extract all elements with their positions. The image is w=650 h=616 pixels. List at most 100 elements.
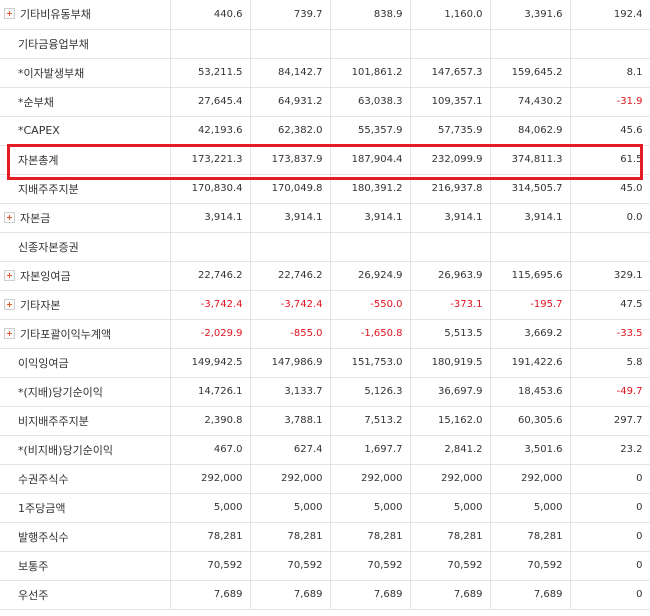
- row-label-cell: 신종자본증권: [0, 232, 171, 262]
- value-cell: [410, 29, 491, 59]
- value-cell: 3,391.6: [490, 0, 571, 30]
- value-cell: 2,841.2: [410, 435, 491, 465]
- row-label-cell[interactable]: 기타포괄이익누계액: [0, 319, 171, 349]
- value-cell: 70,592: [330, 551, 411, 581]
- table-row: 기타비유동부채 440.6 739.7 838.9 1,160.0 3,391.6 192.…: [0, 0, 650, 30]
- table-row: 자본금 3,914.1 3,914.1 3,914.1 3,914.1 3,914.1 0.…: [0, 203, 650, 233]
- row-label-cell[interactable]: 자본금: [0, 203, 171, 233]
- table-row: 1주당금액 5,000 5,000 5,000 5,000 5,000 0: [0, 493, 650, 523]
- row-label: *이자발생부채: [18, 66, 85, 80]
- value-cell: [170, 29, 251, 59]
- value-cell: 627.4: [250, 435, 331, 465]
- value-cell: 70,592: [410, 551, 491, 581]
- value-cell: 0: [570, 551, 650, 581]
- row-label: 기타금융업부채: [18, 37, 89, 51]
- table-row: 지배주주지분 170,830.4 170,049.8 180,391.2 216,937…: [0, 174, 650, 204]
- row-label-cell: *(비지배)당기순이익: [0, 435, 171, 465]
- value-cell: 5,000: [250, 493, 331, 523]
- value-cell: 173,221.3: [170, 145, 251, 175]
- value-cell: 292,000: [250, 464, 331, 494]
- value-cell: 55,357.9: [330, 116, 411, 146]
- row-label: 지배주주지분: [18, 182, 79, 196]
- row-label-cell[interactable]: 자본잉여금: [0, 261, 171, 291]
- row-label: 기타자본: [20, 298, 61, 312]
- row-label: 자본총계: [18, 153, 59, 167]
- value-cell: 15,162.0: [410, 406, 491, 436]
- value-cell: 78,281: [490, 522, 571, 552]
- value-cell: 3,914.1: [410, 203, 491, 233]
- table-row: *CAPEX 42,193.6 62,382.0 55,357.9 57,735.9 84…: [0, 116, 650, 146]
- value-cell: 192.4: [570, 0, 650, 30]
- value-cell: -31.9: [570, 87, 650, 117]
- table-row: 비지배주주지분 2,390.8 3,788.1 7,513.2 15,162.0 60,3…: [0, 406, 650, 436]
- value-cell: 7,513.2: [330, 406, 411, 436]
- value-cell: 3,669.2: [490, 319, 571, 349]
- expand-plus-icon[interactable]: [4, 298, 15, 310]
- value-cell: 216,937.8: [410, 174, 491, 204]
- row-label: 이익잉여금: [18, 356, 69, 370]
- expand-plus-icon[interactable]: [4, 327, 15, 339]
- table-row: 신종자본증권: [0, 232, 650, 262]
- value-cell: 5,000: [410, 493, 491, 523]
- value-cell: 101,861.2: [330, 58, 411, 88]
- value-cell: 23.2: [570, 435, 650, 465]
- value-cell: 109,357.1: [410, 87, 491, 117]
- row-label-cell[interactable]: 기타비유동부채: [0, 0, 171, 30]
- value-cell: 57,735.9: [410, 116, 491, 146]
- value-cell: 27,645.4: [170, 87, 251, 117]
- value-cell: 70,592: [250, 551, 331, 581]
- table-row: 우선주 7,689 7,689 7,689 7,689 7,689 0: [0, 580, 650, 610]
- value-cell: 5.8: [570, 348, 650, 378]
- table-row: 이익잉여금 149,942.5 147,986.9 151,753.0 180,919.…: [0, 348, 650, 378]
- value-cell: [570, 232, 650, 262]
- value-cell: 7,689: [330, 580, 411, 610]
- row-label: *순부채: [18, 95, 54, 109]
- value-cell: [250, 232, 331, 262]
- value-cell: 170,830.4: [170, 174, 251, 204]
- row-label: 자본잉여금: [20, 269, 71, 283]
- value-cell: 45.6: [570, 116, 650, 146]
- value-cell: 78,281: [170, 522, 251, 552]
- value-cell: 292,000: [170, 464, 251, 494]
- value-cell: -3,742.4: [250, 290, 331, 320]
- row-label-cell[interactable]: 기타자본: [0, 290, 171, 320]
- value-cell: 26,963.9: [410, 261, 491, 291]
- value-cell: 2,390.8: [170, 406, 251, 436]
- row-label: 기타포괄이익누계액: [20, 327, 112, 341]
- value-cell: 3,914.1: [170, 203, 251, 233]
- table-row: 기타포괄이익누계액 -2,029.9 -855.0 -1,650.8 5,513.5 3,…: [0, 319, 650, 349]
- value-cell: 0: [570, 493, 650, 523]
- value-cell: 0: [570, 580, 650, 610]
- financial-table: 기타비유동부채 440.6 739.7 838.9 1,160.0 3,391.6 192.…: [0, 0, 650, 610]
- value-cell: 84,062.9: [490, 116, 571, 146]
- value-cell: 5,513.5: [410, 319, 491, 349]
- value-cell: 1,160.0: [410, 0, 491, 30]
- value-cell: [330, 232, 411, 262]
- row-label: 발행주식수: [18, 530, 69, 544]
- value-cell: 0: [570, 522, 650, 552]
- expand-plus-icon[interactable]: [4, 269, 15, 281]
- value-cell: -1,650.8: [330, 319, 411, 349]
- row-label-cell: 1주당금액: [0, 493, 171, 523]
- value-cell: 7,689: [490, 580, 571, 610]
- value-cell: 26,924.9: [330, 261, 411, 291]
- expand-plus-icon[interactable]: [4, 211, 15, 223]
- table-row: 기타자본 -3,742.4 -3,742.4 -550.0 -373.1 -195.7 47…: [0, 290, 650, 320]
- table-row: 자본총계 173,221.3 173,837.9 187,904.4 232,099.9…: [0, 145, 650, 175]
- value-cell: 7,689: [170, 580, 251, 610]
- table-row: 자본잉여금 22,746.2 22,746.2 26,924.9 26,963.9 115…: [0, 261, 650, 291]
- value-cell: 60,305.6: [490, 406, 571, 436]
- value-cell: 467.0: [170, 435, 251, 465]
- value-cell: 3,914.1: [490, 203, 571, 233]
- row-label-cell: 우선주: [0, 580, 171, 610]
- value-cell: 232,099.9: [410, 145, 491, 175]
- expand-plus-icon[interactable]: [4, 8, 15, 20]
- value-cell: 5,000: [490, 493, 571, 523]
- value-cell: 45.0: [570, 174, 650, 204]
- value-cell: 173,837.9: [250, 145, 331, 175]
- value-cell: 36,697.9: [410, 377, 491, 407]
- value-cell: 62,382.0: [250, 116, 331, 146]
- value-cell: 374,811.3: [490, 145, 571, 175]
- table-row: 보통주 70,592 70,592 70,592 70,592 70,592 0: [0, 551, 650, 581]
- row-label: 신종자본증권: [18, 240, 79, 254]
